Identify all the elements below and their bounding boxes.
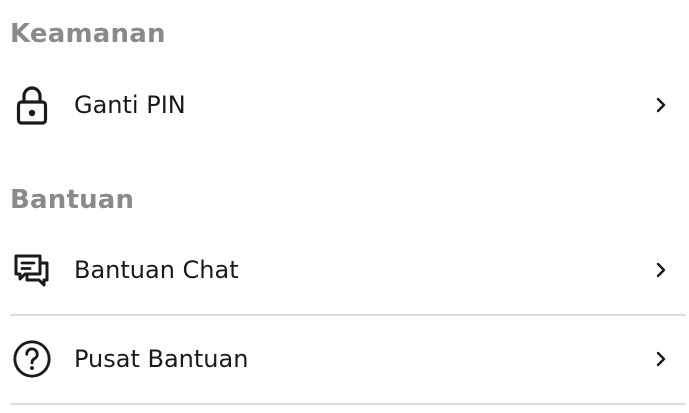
menu-item-label: Bantuan Chat xyxy=(74,256,239,284)
menu-item-pusat-bantuan[interactable]: Pusat Bantuan xyxy=(10,331,685,387)
section-title-keamanan: Keamanan xyxy=(10,19,166,49)
chat-bubbles-icon xyxy=(12,250,52,290)
chevron-right-icon xyxy=(651,349,671,369)
menu-item-label: Pusat Bantuan xyxy=(74,345,249,373)
chevron-right-icon xyxy=(651,260,671,280)
divider xyxy=(10,314,686,316)
lock-icon xyxy=(12,85,52,125)
menu-item-bantuan-chat[interactable]: Bantuan Chat xyxy=(10,242,685,298)
menu-item-label: Ganti PIN xyxy=(74,91,186,119)
question-circle-icon xyxy=(12,339,52,379)
chevron-right-icon xyxy=(651,95,671,115)
menu-item-ganti-pin[interactable]: Ganti PIN xyxy=(10,77,685,133)
divider xyxy=(10,403,686,405)
section-title-bantuan: Bantuan xyxy=(10,185,135,215)
